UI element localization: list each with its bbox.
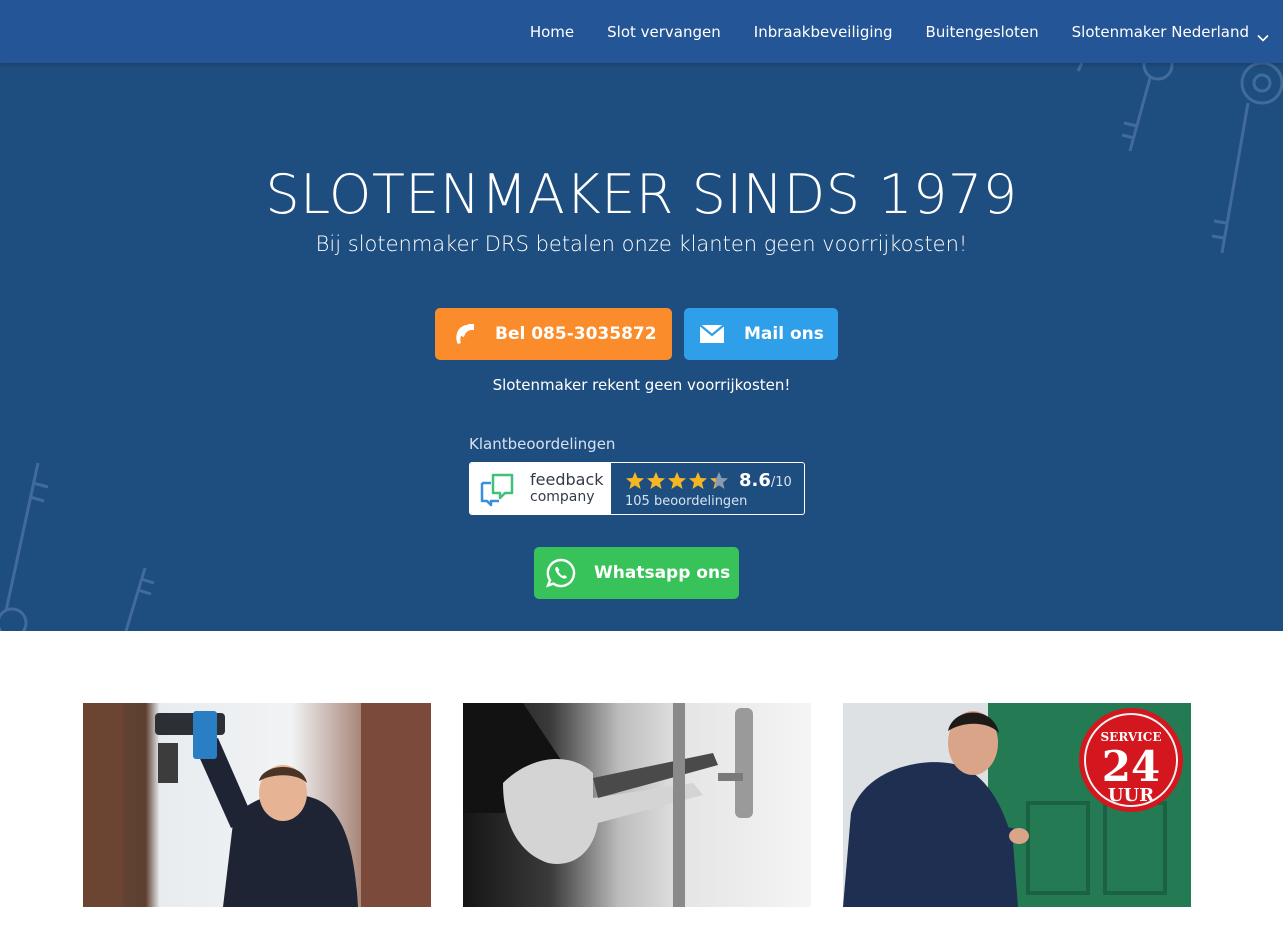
photo-crowbar-break-in — [463, 703, 811, 907]
star-rating — [625, 471, 730, 490]
feedback-company-widget[interactable]: feedback company 8.6/10 105 beoordelinge… — [469, 462, 805, 515]
whatsapp-icon — [545, 557, 577, 589]
star-icon — [689, 472, 707, 489]
rating-score-max: /10 — [770, 475, 792, 490]
no-travel-cost-note: Slotenmaker rekent geen voorrijkosten! — [492, 376, 791, 394]
chevron-down-icon — [1257, 28, 1269, 42]
feedback-company-brand: feedback company — [470, 463, 611, 514]
mail-button-label: Mail ons — [744, 324, 824, 344]
badge-24-text: 24 — [1102, 742, 1160, 791]
feedback-company-logo — [480, 473, 514, 507]
reviews-label: Klantbeoordelingen — [469, 435, 616, 453]
star-icon — [647, 472, 665, 489]
reviews-count: 105 beoordelingen — [625, 494, 748, 509]
nav-item-label: Buitengesloten — [925, 22, 1039, 41]
envelope-icon — [699, 323, 725, 345]
phone-icon — [451, 321, 477, 347]
star-icon — [626, 472, 644, 489]
nav-item-label: Slot vervangen — [607, 22, 721, 41]
star-icon — [668, 472, 686, 489]
hero-title: SLOTENMAKER SINDS 1979 — [265, 163, 1018, 226]
mail-button[interactable]: Mail ons — [684, 308, 838, 360]
whatsapp-button-label: Whatsapp ons — [594, 563, 731, 583]
nav-item-buitengesloten[interactable]: Buitengesloten — [926, 23, 1039, 41]
nav-item-slot-vervangen[interactable]: Slot vervangen — [607, 23, 721, 41]
rating-score: 8.6/10 — [739, 470, 792, 491]
photo-locksmith-green-door: SERVICE 24 UUR — [843, 703, 1191, 907]
nav-item-label: Home — [529, 22, 575, 41]
whatsapp-button[interactable]: Whatsapp ons — [534, 547, 739, 599]
rating-panel: 8.6/10 105 beoordelingen — [611, 463, 804, 514]
badge-uur-text: UUR — [1108, 785, 1155, 806]
nav-item-label: Slotenmaker Nederland — [1071, 22, 1249, 41]
feedback-brand-line1: feedback — [530, 470, 604, 489]
hero-section: SLOTENMAKER SINDS 1979 Bij slotenmaker D… — [0, 63, 1283, 631]
feedback-brand-line2: company — [530, 489, 595, 505]
rating-score-value: 8.6 — [739, 470, 771, 491]
nav-item-home[interactable]: Home — [530, 23, 574, 41]
nav-item-inbraakbeveiliging[interactable]: Inbraakbeveiliging — [754, 23, 893, 41]
nav-menu: Home Slot vervangen Inbraakbeveiliging B… — [497, 0, 1269, 63]
hero-subtitle: Bij slotenmaker DRS betalen onze klanten… — [315, 232, 968, 256]
top-navigation: Home Slot vervangen Inbraakbeveiliging B… — [0, 0, 1283, 63]
call-button[interactable]: Bel 085-3035872 — [435, 308, 672, 360]
nav-item-label: Inbraakbeveiliging — [753, 22, 893, 41]
service-24-badge: SERVICE 24 UUR — [1079, 708, 1183, 812]
star-icon — [710, 472, 728, 489]
call-button-label: Bel 085-3035872 — [495, 324, 657, 344]
nav-item-slotenmaker-nederland[interactable]: Slotenmaker Nederland — [1071, 22, 1269, 42]
photo-locksmith-drilling — [83, 703, 431, 907]
